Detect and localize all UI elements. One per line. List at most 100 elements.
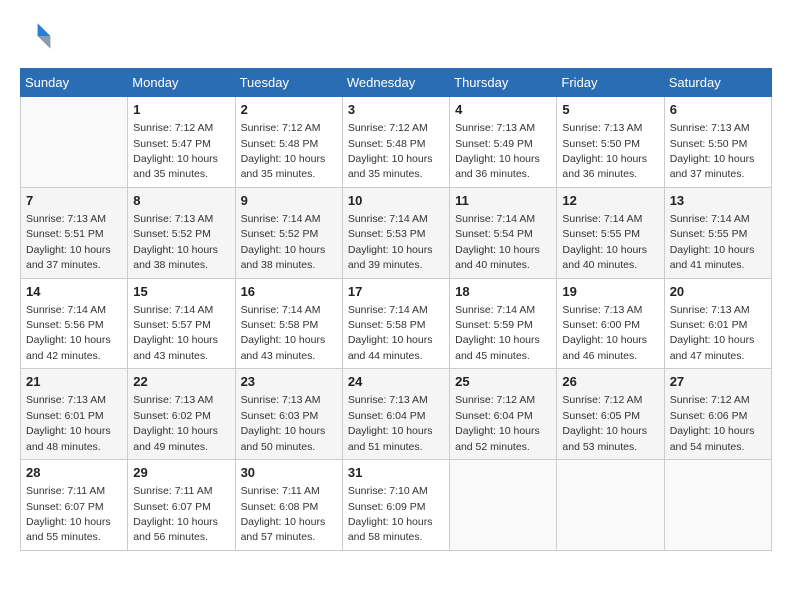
day-number: 19 bbox=[562, 283, 658, 301]
weekday-row: SundayMondayTuesdayWednesdayThursdayFrid… bbox=[21, 69, 772, 97]
day-number: 23 bbox=[241, 373, 337, 391]
day-info: Sunrise: 7:11 AM Sunset: 6:07 PM Dayligh… bbox=[133, 485, 218, 543]
day-info: Sunrise: 7:14 AM Sunset: 5:52 PM Dayligh… bbox=[241, 213, 326, 271]
calendar-cell bbox=[557, 460, 664, 551]
day-number: 3 bbox=[348, 101, 444, 119]
calendar-cell: 20 Sunrise: 7:13 AM Sunset: 6:01 PM Dayli… bbox=[664, 278, 771, 369]
day-info: Sunrise: 7:13 AM Sunset: 6:03 PM Dayligh… bbox=[241, 394, 326, 452]
day-info: Sunrise: 7:12 AM Sunset: 6:06 PM Dayligh… bbox=[670, 394, 755, 452]
day-number: 18 bbox=[455, 283, 551, 301]
calendar-cell: 6 Sunrise: 7:13 AM Sunset: 5:50 PM Daylig… bbox=[664, 97, 771, 188]
day-number: 1 bbox=[133, 101, 229, 119]
day-number: 25 bbox=[455, 373, 551, 391]
calendar-cell: 8 Sunrise: 7:13 AM Sunset: 5:52 PM Daylig… bbox=[128, 187, 235, 278]
day-info: Sunrise: 7:14 AM Sunset: 5:55 PM Dayligh… bbox=[562, 213, 647, 271]
day-number: 5 bbox=[562, 101, 658, 119]
calendar-cell: 18 Sunrise: 7:14 AM Sunset: 5:59 PM Dayli… bbox=[450, 278, 557, 369]
day-number: 17 bbox=[348, 283, 444, 301]
day-info: Sunrise: 7:13 AM Sunset: 5:49 PM Dayligh… bbox=[455, 122, 540, 180]
day-info: Sunrise: 7:11 AM Sunset: 6:08 PM Dayligh… bbox=[241, 485, 326, 543]
day-info: Sunrise: 7:13 AM Sunset: 5:51 PM Dayligh… bbox=[26, 213, 111, 271]
calendar-cell: 15 Sunrise: 7:14 AM Sunset: 5:57 PM Dayli… bbox=[128, 278, 235, 369]
day-info: Sunrise: 7:10 AM Sunset: 6:09 PM Dayligh… bbox=[348, 485, 433, 543]
day-number: 4 bbox=[455, 101, 551, 119]
calendar-cell: 23 Sunrise: 7:13 AM Sunset: 6:03 PM Dayli… bbox=[235, 369, 342, 460]
day-number: 30 bbox=[241, 464, 337, 482]
calendar-body: 1 Sunrise: 7:12 AM Sunset: 5:47 PM Daylig… bbox=[21, 97, 772, 551]
weekday-header-thursday: Thursday bbox=[450, 69, 557, 97]
day-info: Sunrise: 7:13 AM Sunset: 5:50 PM Dayligh… bbox=[562, 122, 647, 180]
day-number: 24 bbox=[348, 373, 444, 391]
day-number: 22 bbox=[133, 373, 229, 391]
calendar-cell: 24Sunrise: 7:13 AM Sunset: 6:04 PM Dayli… bbox=[342, 369, 449, 460]
day-info: Sunrise: 7:13 AM Sunset: 6:01 PM Dayligh… bbox=[670, 304, 755, 362]
day-info: Sunrise: 7:13 AM Sunset: 6:02 PM Dayligh… bbox=[133, 394, 218, 452]
day-info: Sunrise: 7:14 AM Sunset: 5:53 PM Dayligh… bbox=[348, 213, 433, 271]
calendar-cell: 1 Sunrise: 7:12 AM Sunset: 5:47 PM Daylig… bbox=[128, 97, 235, 188]
day-number: 13 bbox=[670, 192, 766, 210]
day-info: Sunrise: 7:12 AM Sunset: 6:05 PM Dayligh… bbox=[562, 394, 647, 452]
day-info: Sunrise: 7:14 AM Sunset: 5:55 PM Dayligh… bbox=[670, 213, 755, 271]
day-info: Sunrise: 7:13 AM Sunset: 5:50 PM Dayligh… bbox=[670, 122, 755, 180]
day-info: Sunrise: 7:13 AM Sunset: 5:52 PM Dayligh… bbox=[133, 213, 218, 271]
day-info: Sunrise: 7:11 AM Sunset: 6:07 PM Dayligh… bbox=[26, 485, 111, 543]
calendar-cell bbox=[450, 460, 557, 551]
calendar-cell: 27 Sunrise: 7:12 AM Sunset: 6:06 PM Dayli… bbox=[664, 369, 771, 460]
calendar-cell: 25Sunrise: 7:12 AM Sunset: 6:04 PM Dayli… bbox=[450, 369, 557, 460]
calendar-week-2: 7Sunrise: 7:13 AM Sunset: 5:51 PM Daylig… bbox=[21, 187, 772, 278]
calendar-cell: 17 Sunrise: 7:14 AM Sunset: 5:58 PM Dayli… bbox=[342, 278, 449, 369]
calendar-cell: 11Sunrise: 7:14 AM Sunset: 5:54 PM Dayli… bbox=[450, 187, 557, 278]
weekday-header-monday: Monday bbox=[128, 69, 235, 97]
day-number: 11 bbox=[455, 192, 551, 210]
calendar-week-3: 14 Sunrise: 7:14 AM Sunset: 5:56 PM Dayli… bbox=[21, 278, 772, 369]
calendar-cell: 4 Sunrise: 7:13 AM Sunset: 5:49 PM Daylig… bbox=[450, 97, 557, 188]
calendar-week-4: 21Sunrise: 7:13 AM Sunset: 6:01 PM Dayli… bbox=[21, 369, 772, 460]
calendar-week-5: 28 Sunrise: 7:11 AM Sunset: 6:07 PM Dayli… bbox=[21, 460, 772, 551]
day-number: 27 bbox=[670, 373, 766, 391]
day-info: Sunrise: 7:12 AM Sunset: 5:47 PM Dayligh… bbox=[133, 122, 218, 180]
day-number: 12 bbox=[562, 192, 658, 210]
calendar-cell: 12 Sunrise: 7:14 AM Sunset: 5:55 PM Dayli… bbox=[557, 187, 664, 278]
day-number: 28 bbox=[26, 464, 122, 482]
day-info: Sunrise: 7:14 AM Sunset: 5:56 PM Dayligh… bbox=[26, 304, 111, 362]
calendar-cell: 9 Sunrise: 7:14 AM Sunset: 5:52 PM Daylig… bbox=[235, 187, 342, 278]
day-info: Sunrise: 7:13 AM Sunset: 6:00 PM Dayligh… bbox=[562, 304, 647, 362]
calendar-cell: 7Sunrise: 7:13 AM Sunset: 5:51 PM Daylig… bbox=[21, 187, 128, 278]
calendar-cell: 21Sunrise: 7:13 AM Sunset: 6:01 PM Dayli… bbox=[21, 369, 128, 460]
day-number: 26 bbox=[562, 373, 658, 391]
day-info: Sunrise: 7:13 AM Sunset: 6:01 PM Dayligh… bbox=[26, 394, 111, 452]
calendar-header: SundayMondayTuesdayWednesdayThursdayFrid… bbox=[21, 69, 772, 97]
day-number: 6 bbox=[670, 101, 766, 119]
calendar-cell: 3Sunrise: 7:12 AM Sunset: 5:48 PM Daylig… bbox=[342, 97, 449, 188]
day-number: 2 bbox=[241, 101, 337, 119]
calendar-cell: 31 Sunrise: 7:10 AM Sunset: 6:09 PM Dayli… bbox=[342, 460, 449, 551]
calendar-cell: 5 Sunrise: 7:13 AM Sunset: 5:50 PM Daylig… bbox=[557, 97, 664, 188]
day-number: 9 bbox=[241, 192, 337, 210]
day-number: 20 bbox=[670, 283, 766, 301]
day-number: 31 bbox=[348, 464, 444, 482]
logo bbox=[20, 20, 56, 52]
calendar-table: SundayMondayTuesdayWednesdayThursdayFrid… bbox=[20, 68, 772, 551]
weekday-header-saturday: Saturday bbox=[664, 69, 771, 97]
page-header bbox=[20, 20, 772, 52]
day-info: Sunrise: 7:14 AM Sunset: 5:57 PM Dayligh… bbox=[133, 304, 218, 362]
calendar-cell: 13 Sunrise: 7:14 AM Sunset: 5:55 PM Dayli… bbox=[664, 187, 771, 278]
day-number: 15 bbox=[133, 283, 229, 301]
calendar-cell: 10 Sunrise: 7:14 AM Sunset: 5:53 PM Dayli… bbox=[342, 187, 449, 278]
day-number: 29 bbox=[133, 464, 229, 482]
day-info: Sunrise: 7:14 AM Sunset: 5:59 PM Dayligh… bbox=[455, 304, 540, 362]
weekday-header-tuesday: Tuesday bbox=[235, 69, 342, 97]
day-number: 8 bbox=[133, 192, 229, 210]
calendar-cell: 2Sunrise: 7:12 AM Sunset: 5:48 PM Daylig… bbox=[235, 97, 342, 188]
weekday-header-friday: Friday bbox=[557, 69, 664, 97]
calendar-cell: 22 Sunrise: 7:13 AM Sunset: 6:02 PM Dayli… bbox=[128, 369, 235, 460]
logo-icon bbox=[20, 20, 52, 52]
calendar-cell: 28 Sunrise: 7:11 AM Sunset: 6:07 PM Dayli… bbox=[21, 460, 128, 551]
day-number: 16 bbox=[241, 283, 337, 301]
weekday-header-wednesday: Wednesday bbox=[342, 69, 449, 97]
day-info: Sunrise: 7:14 AM Sunset: 5:58 PM Dayligh… bbox=[348, 304, 433, 362]
day-number: 14 bbox=[26, 283, 122, 301]
calendar-cell: 19 Sunrise: 7:13 AM Sunset: 6:00 PM Dayli… bbox=[557, 278, 664, 369]
day-number: 10 bbox=[348, 192, 444, 210]
calendar-cell: 26 Sunrise: 7:12 AM Sunset: 6:05 PM Dayli… bbox=[557, 369, 664, 460]
